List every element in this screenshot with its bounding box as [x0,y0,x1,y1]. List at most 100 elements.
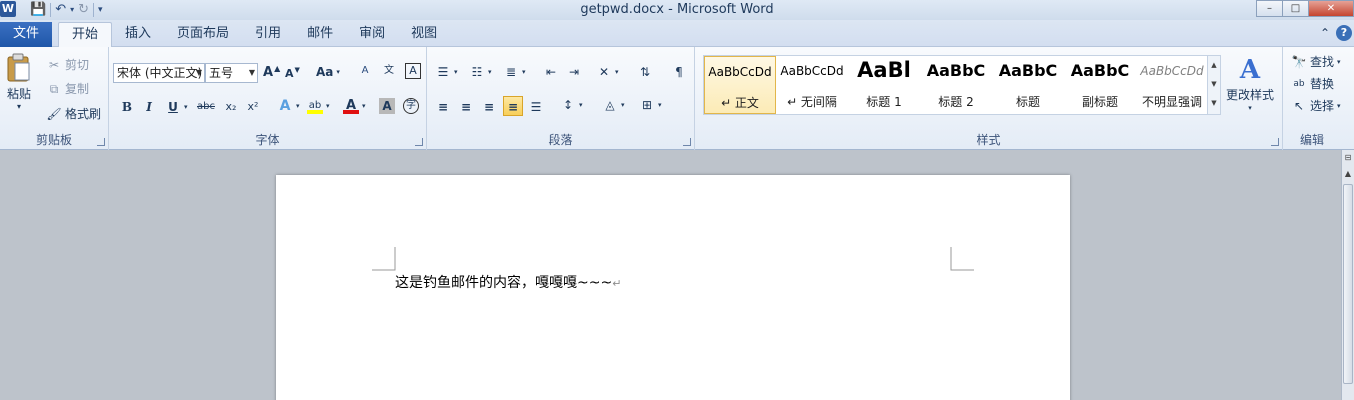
tab-file[interactable]: 文件 [0,22,52,47]
document-page[interactable]: 这是钓鱼邮件的内容，嘎嘎嘎~~~↵ [276,175,1070,400]
tab-mailings[interactable]: 邮件 [294,22,346,47]
align-left-button[interactable]: ≡ [433,96,453,116]
select-button[interactable]: ↖ 选择 ▾ [1291,97,1341,114]
tab-references[interactable]: 引用 [242,22,294,47]
grow-font-icon: A [263,65,274,80]
cursor-icon: ↖ [1293,98,1305,113]
style-name: 不明显强调 [1141,95,1202,109]
paragraph-launcher-icon[interactable] [683,138,691,146]
style-subtitle[interactable]: AaBbC 副标题 [1064,56,1136,114]
multilevel-list-button[interactable]: ≣ ▾ [503,64,526,80]
margin-corner-top-right [950,247,974,271]
font-color-icon: A [343,98,359,114]
tab-insert[interactable]: 插入 [112,22,164,47]
help-icon[interactable]: ? [1336,25,1352,41]
clipboard-group: 粘贴 ▾ ✂ 剪切 ⧉ 复制 🖌 格式刷 剪贴板 [0,47,109,150]
copy-label: 复制 [65,82,90,96]
replace-button[interactable]: ab 替换 [1291,75,1334,92]
tab-home[interactable]: 开始 [58,22,113,47]
enclose-characters-button[interactable]: 字 [403,98,419,114]
character-shading-button[interactable]: A [379,98,395,114]
superscript-button[interactable]: x² [245,99,261,115]
sort-button[interactable]: ⇅ [637,64,653,80]
ruler-toggle-icon[interactable]: ⊟ [1342,150,1354,166]
subscript-button[interactable]: x₂ [223,99,239,115]
style-normal[interactable]: AaBbCcDd ↵ 正文 [704,56,776,114]
binoculars-icon: 🔭 [1291,54,1307,69]
highlight-button[interactable]: ab ▾ [307,98,330,114]
window-title: getpwd.docx - Microsoft Word [580,2,774,17]
tab-review[interactable]: 审阅 [346,22,398,47]
style-preview: AaBbCcDd [1140,64,1204,78]
enclose-characters-icon: 字 [403,98,419,114]
shrink-font-button[interactable]: A ▼ [285,66,300,81]
justify-button[interactable]: ≡ [503,96,523,116]
clipboard-launcher-icon[interactable] [97,138,105,146]
change-styles-button[interactable]: A 更改样式 ▾ [1226,55,1274,112]
numbering-button[interactable]: ☷ ▾ [469,64,492,80]
minimize-button[interactable]: – [1256,0,1283,17]
align-right-button[interactable]: ≡ [479,96,499,116]
text-effects-button[interactable]: A ▾ [277,98,300,114]
find-button[interactable]: 🔭 查找 ▾ [1291,53,1341,70]
document-body-paragraph[interactable]: 这是钓鱼邮件的内容，嘎嘎嘎~~~↵ [395,272,621,292]
font-launcher-icon[interactable] [415,138,423,146]
strikethrough-button[interactable]: abc [197,99,215,115]
vertical-scrollbar[interactable]: ⊟ ▲ [1341,150,1354,400]
numbering-icon: ☷ [471,65,483,79]
chevron-down-icon: ▼ [195,68,202,77]
copy-button[interactable]: ⧉ 复制 [46,80,89,97]
editing-group-label: 编辑 [1299,133,1324,147]
clear-formatting-button[interactable]: A [357,63,373,79]
scroll-up-icon[interactable]: ▲ [1342,166,1354,182]
font-name-combo[interactable]: 宋体 (中文正文) ▼ [113,63,205,83]
multilevel-list-icon: ≣ [505,65,517,79]
shading-button[interactable]: ◬ ▾ [602,97,624,113]
style-subtle-emphasis[interactable]: AaBbCcDd 不明显强调 [1136,56,1208,114]
increase-indent-button[interactable]: ⇥ [566,64,582,80]
style-title[interactable]: AaBbC 标题 [992,56,1064,114]
format-painter-button[interactable]: 🖌 格式刷 [46,105,101,122]
style-no-spacing[interactable]: AaBbCcDd ↵ 无间隔 [776,56,848,114]
clipboard-icon [7,53,30,82]
font-color-button[interactable]: A ▾ [343,98,366,114]
style-heading-1[interactable]: AaBl 标题 1 [848,56,920,114]
tab-page-layout[interactable]: 页面布局 [164,22,242,47]
close-button[interactable]: ✕ [1308,0,1354,17]
tab-view[interactable]: 视图 [398,22,450,47]
style-preview: AaBbC [1070,61,1130,80]
character-border-button[interactable]: A [405,63,421,79]
change-case-icon: Aa [316,65,334,79]
gallery-down-icon[interactable]: ▼ [1208,75,1220,94]
line-spacing-button[interactable]: ↕ ▾ [560,97,583,113]
font-size-combo[interactable]: 五号 ▼ [205,63,258,83]
gallery-more-icon[interactable]: ▼ [1208,94,1220,113]
borders-button[interactable]: ⊞ ▾ [639,97,662,113]
cut-label: 剪切 [65,58,90,72]
show-marks-button[interactable]: ¶ [671,64,687,80]
bold-button[interactable]: B [119,99,135,115]
change-case-button[interactable]: Aa ▾ [316,65,340,79]
paste-button[interactable]: 粘贴 ▾ [6,53,32,111]
minimize-ribbon-icon[interactable]: ⌃ [1320,26,1330,40]
decrease-indent-button[interactable]: ⇤ [543,64,559,80]
bold-icon: B [121,100,133,114]
gallery-up-icon[interactable]: ▲ [1208,56,1220,75]
style-preview: AaBbCcDd [708,65,772,79]
styles-launcher-icon[interactable] [1271,138,1279,146]
distributed-button[interactable]: ☰ [526,96,546,116]
grow-font-button[interactable]: A ▲ [263,64,280,80]
paragraph-group-label: 段落 [548,133,573,147]
italic-button[interactable]: I [141,99,157,115]
styles-group-label: 样式 [976,133,1001,147]
underline-button[interactable]: U ▾ [165,99,187,115]
cut-button[interactable]: ✂ 剪切 [46,56,89,73]
style-heading-2[interactable]: AaBbC 标题 2 [920,56,992,114]
maximize-button[interactable]: □ [1282,0,1309,17]
scroll-thumb[interactable] [1343,184,1353,384]
chinese-layout-button[interactable]: ✕ ▾ [596,64,619,80]
align-center-button[interactable]: ≡ [456,96,476,116]
gallery-scroll: ▲ ▼ ▼ [1207,56,1220,114]
phonetic-guide-button[interactable]: 文 [381,63,397,79]
bullets-button[interactable]: ☰ ▾ [435,64,458,80]
